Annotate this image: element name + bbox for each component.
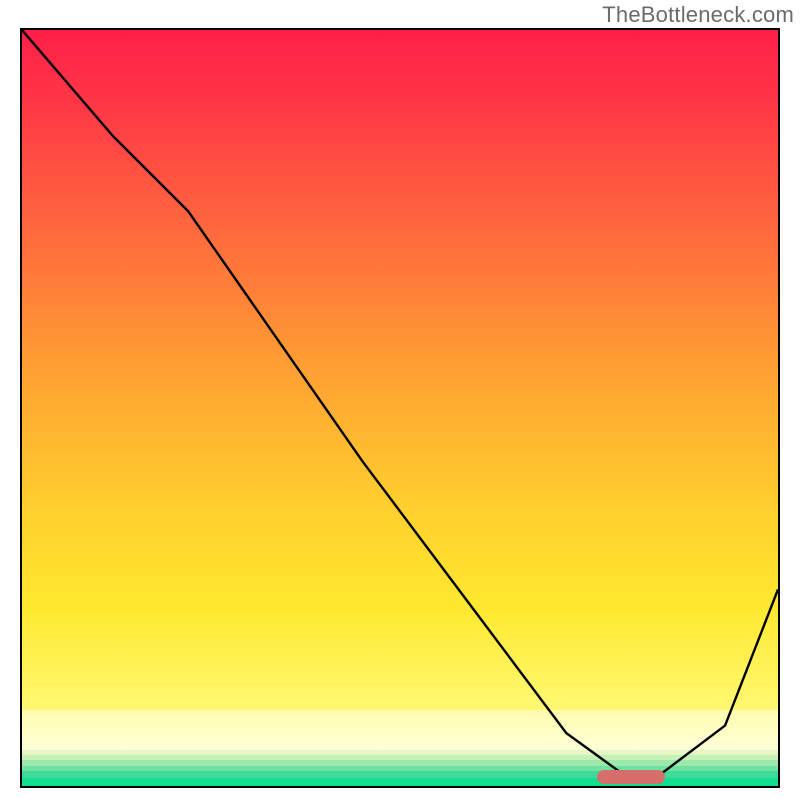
- optimal-range-marker: [597, 770, 665, 784]
- curve-layer: [22, 30, 778, 786]
- plot-area: [20, 28, 780, 788]
- chart-stage: TheBottleneck.com: [0, 0, 800, 800]
- bottleneck-curve: [22, 30, 778, 777]
- watermark-label: TheBottleneck.com: [602, 2, 794, 28]
